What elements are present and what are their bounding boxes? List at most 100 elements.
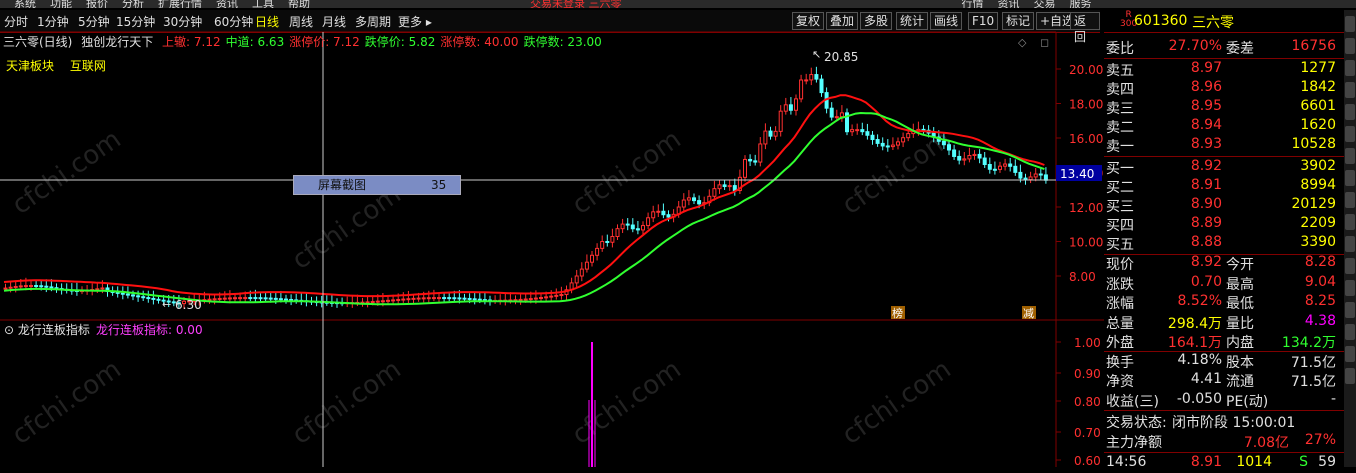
bid-level-row: 买五 8.88 3390	[1104, 234, 1344, 253]
sector-tag-internet[interactable]: 互联网	[70, 59, 106, 73]
label: 卖一	[1106, 139, 1134, 155]
order-diff-value: 16756	[1291, 38, 1336, 54]
price-tick-label: 10.00	[1069, 236, 1103, 250]
status-label: 交易状态:	[1106, 415, 1167, 431]
stat-label: 外盘	[1106, 335, 1134, 351]
popup-label: 屏幕截图	[318, 178, 367, 192]
stat-value: 71.5亿	[1290, 374, 1336, 390]
indicator-values: 上辙: 7.12 中道: 6.63 涨停价: 7.12 跌停价: 5.82 涨停数: 4…	[162, 35, 607, 49]
stat-row: 净资 4.41 流通 71.5亿	[1104, 371, 1344, 390]
stat-value: -0.050	[1176, 390, 1222, 407]
tick-volume: 1014	[1236, 454, 1272, 470]
bid-price: 8.90	[1190, 196, 1222, 212]
tick-side: S	[1299, 454, 1308, 470]
indicator-name[interactable]: 独创龙行天下	[81, 35, 153, 49]
stat-value: 4.38	[1304, 312, 1336, 329]
ask-level-row: 卖一 8.93 10528	[1104, 136, 1344, 155]
status-value: 闭市阶段 15:00:01	[1172, 415, 1296, 431]
sub-tick-label: 0.70	[1074, 426, 1101, 440]
stat-row: 外盘 164.1万 内盘 134.2万	[1104, 332, 1344, 351]
stat-row: 涨跌 0.70 最高 9.04	[1104, 274, 1344, 293]
bid-price: 8.89	[1190, 215, 1222, 231]
stat-value: 134.2万	[1281, 335, 1336, 351]
stat-label: 股本	[1226, 354, 1254, 371]
crosshair-price: 13.40	[1060, 167, 1094, 181]
bid-volume: 20129	[1291, 196, 1336, 212]
sub-tick-label: 0.60	[1074, 454, 1101, 467]
tick-count: 59	[1318, 454, 1336, 470]
ask-volume: 6601	[1300, 98, 1336, 114]
sub-chart-title: ⊙ 龙行连板指标	[4, 322, 90, 337]
sub-tick-label: 0.90	[1074, 367, 1101, 381]
sub-tick-label: 0.80	[1074, 395, 1101, 409]
arrow-icon: ←	[162, 298, 171, 311]
label: 卖五	[1106, 63, 1134, 79]
stat-row: 总量 298.4万 量比 4.38	[1104, 313, 1344, 332]
indicator-value: 跌停数: 23.00	[523, 35, 602, 49]
bid-volume: 2209	[1300, 215, 1336, 231]
label: 买四	[1106, 218, 1134, 234]
flow-label: 主力净额	[1106, 435, 1162, 451]
label: 买三	[1106, 199, 1134, 215]
order-ratio-row: 委比 27.70% 委差 16756	[1104, 38, 1344, 57]
stock-code: 601360	[1134, 13, 1188, 29]
chart-header: 三六零(日线) 独创龙行天下 上辙: 7.12 中道: 6.63 涨停价: 7.12…	[3, 33, 612, 50]
bid-level-row: 买三 8.90 20129	[1104, 196, 1344, 215]
stat-value: 8.52%	[1177, 293, 1222, 309]
bid-level-row: 买四 8.89 2209	[1104, 215, 1344, 234]
bid-price: 8.92	[1190, 158, 1222, 174]
tick-time: 14:56	[1106, 454, 1147, 470]
label: 买五	[1106, 237, 1134, 253]
stat-value: 298.4万	[1167, 315, 1222, 332]
watermark: cfchi.com	[837, 354, 957, 450]
quote-panel: R 300 601360 三六零 委比 27.70% 委差 16756 卖五 8.97 1277 卖四…	[1104, 10, 1344, 470]
stat-label: 内盘	[1226, 335, 1254, 351]
chart-close-icon[interactable]: ◻	[1040, 36, 1049, 49]
bid-volume: 8994	[1300, 177, 1336, 193]
stock-period-label: 三六零(日线)	[3, 35, 73, 49]
low-annotation: 6.30	[175, 298, 202, 312]
tag-label: 榜	[892, 306, 903, 320]
stat-value: 8.28	[1304, 254, 1336, 270]
tag-label: 减	[1023, 307, 1034, 320]
ask-volume: 10528	[1291, 136, 1336, 152]
sector-tag-tianjin[interactable]: 天津板块	[6, 59, 54, 73]
stat-value: 4.18%	[1177, 351, 1222, 368]
watermark: cfchi.com	[567, 354, 687, 450]
watermark: cfchi.com	[7, 354, 127, 450]
ask-level-row: 卖二 8.94 1620	[1104, 117, 1344, 136]
ask-level-row: 卖五 8.97 1277	[1104, 60, 1344, 79]
ask-price: 8.96	[1190, 79, 1222, 95]
stat-label: 量比	[1226, 315, 1254, 332]
stat-value: -	[1330, 390, 1336, 407]
stat-label: 总量	[1106, 315, 1134, 332]
indicator-value: 跌停价: 5.82	[364, 35, 436, 49]
stat-label: 涨幅	[1106, 296, 1134, 312]
middle-band-line	[3, 111, 1045, 306]
stat-label: 今开	[1226, 257, 1254, 273]
stat-value: 0.70	[1190, 273, 1222, 290]
price-tick-label: 18.00	[1069, 98, 1103, 112]
indicator-value: 上辙: 7.12	[162, 35, 221, 49]
label: 卖二	[1106, 120, 1134, 136]
chart-settings-icon[interactable]: ◇	[1018, 36, 1027, 49]
indicator-value: 涨停数: 40.00	[440, 35, 519, 49]
ask-volume: 1842	[1300, 79, 1336, 95]
indicator-value: 涨停价: 7.12	[289, 35, 360, 49]
bid-volume: 3902	[1300, 158, 1336, 174]
kline-chart[interactable]: cfchi.com cfchi.com cfchi.com cfchi.com cfch…	[0, 0, 1104, 467]
screenshot-popup[interactable]: 屏幕截图 35	[293, 175, 461, 195]
stat-row: 收益(三) -0.050 PE(动) -	[1104, 391, 1344, 410]
arrow-icon: ↖	[812, 48, 821, 61]
bid-level-row: 买一 8.92 3902	[1104, 158, 1344, 177]
flow-pct: 27%	[1304, 432, 1336, 448]
label: 委比	[1106, 41, 1134, 57]
price-tick-label: 8.00	[1069, 270, 1096, 284]
main-flow-row: 主力净额 7.08亿 27%	[1104, 432, 1344, 451]
sub-tick-label: 1.00	[1074, 336, 1101, 350]
stat-value: 4.41	[1190, 371, 1222, 387]
ask-price: 8.97	[1190, 60, 1222, 76]
watermark: cfchi.com	[567, 124, 687, 220]
order-ratio-value: 27.70%	[1168, 38, 1222, 54]
label: 买二	[1106, 180, 1134, 196]
